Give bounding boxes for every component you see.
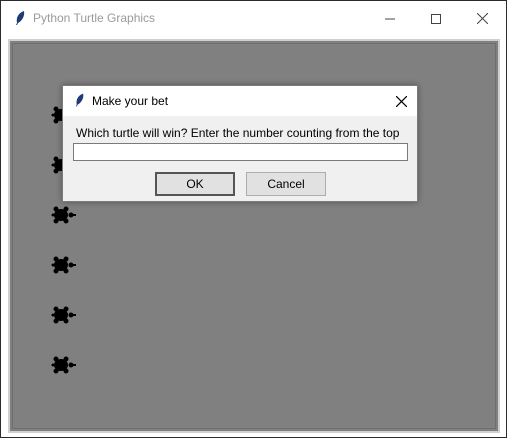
dialog-close-button[interactable]	[391, 91, 411, 111]
turtle-icon	[51, 256, 76, 274]
turtle-icon	[51, 206, 76, 224]
close-icon	[476, 13, 488, 24]
title-bar[interactable]: Python Turtle Graphics	[1, 1, 506, 36]
close-icon	[395, 95, 407, 107]
cancel-button[interactable]: Cancel	[246, 172, 326, 196]
bet-input[interactable]	[73, 143, 408, 161]
dialog-title-bar[interactable]: Make your bet	[63, 86, 417, 116]
turtle-icon	[51, 306, 76, 324]
minimize-icon	[385, 18, 395, 19]
dialog-prompt: Which turtle will win? Enter the number …	[76, 126, 400, 140]
minimize-button[interactable]	[367, 1, 413, 36]
bet-dialog: Make your bet Which turtle will win? Ent…	[62, 85, 418, 202]
feather-icon	[16, 11, 25, 25]
maximize-button[interactable]	[413, 1, 459, 36]
maximize-icon	[431, 13, 441, 24]
turtle-icon	[51, 356, 76, 374]
dialog-title: Make your bet	[92, 94, 169, 108]
feather-icon	[75, 93, 84, 107]
app-window: Python Turtle Graphics Make your bet Whi…	[0, 0, 507, 438]
window-title: Python Turtle Graphics	[33, 11, 156, 25]
close-button[interactable]	[459, 1, 505, 36]
ok-button[interactable]: OK	[155, 172, 235, 196]
